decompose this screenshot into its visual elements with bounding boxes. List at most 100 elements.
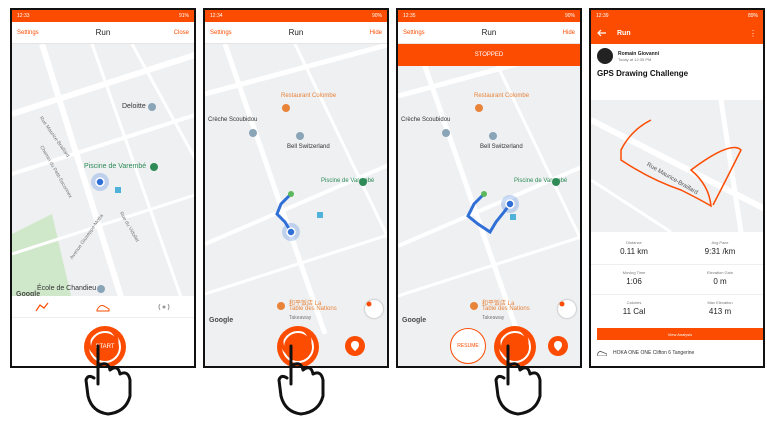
status-time: 12:39	[596, 13, 609, 19]
activity-app-bar: Run ⋮	[591, 22, 763, 44]
stat-elevation-gain: Elevation Gain 0 m	[677, 270, 763, 286]
status-time: 12:34	[210, 13, 223, 19]
stat-moving-time: Moving Time 1:06	[591, 270, 677, 286]
sport-tabs	[12, 296, 194, 318]
page-title: Run	[481, 28, 497, 37]
status-time: 12:35	[403, 13, 416, 19]
location-button[interactable]	[345, 336, 365, 356]
resume-button[interactable]: RESUME	[450, 328, 486, 364]
route-icon[interactable]	[35, 302, 49, 312]
google-logo: Google	[209, 317, 234, 324]
shoe-icon[interactable]	[96, 302, 110, 312]
map-label-deloitte: Deloitte	[122, 103, 146, 110]
map-label-ecole: École de Chandieu	[37, 285, 97, 292]
map-streets	[205, 44, 387, 334]
sensor-icon[interactable]	[157, 302, 171, 312]
stat-value: 0 m	[713, 277, 727, 286]
tap-hand-icon	[494, 326, 542, 416]
map-label-bell: Bell Switzerland	[480, 144, 523, 150]
status-time: 12:33	[17, 13, 30, 19]
activity-date: Today at 12:35 PM	[618, 56, 652, 62]
map-label-restaurant: Restaurant Colombe	[474, 93, 530, 99]
activity-route-map	[591, 100, 763, 232]
map-label-restaurant: Restaurant Colombe	[281, 93, 337, 99]
close-link[interactable]: Close	[149, 30, 189, 36]
map-label-piscine: Piscine de Varembé	[321, 178, 375, 184]
status-battery: 90%	[564, 13, 575, 19]
location-pin-icon	[554, 341, 562, 351]
location-button[interactable]	[548, 336, 568, 356]
status-bar: 12:39 89%	[591, 10, 763, 22]
stat-value: 413 m	[708, 307, 732, 316]
recenter-button[interactable]	[558, 300, 576, 318]
page-title: Run	[288, 28, 304, 37]
map-label-nations: Table des Nations	[289, 306, 337, 312]
gear-name: HOKA ONE ONE Clifton 6 Tangerine	[613, 350, 695, 356]
hide-link[interactable]: Hide	[342, 30, 382, 36]
map-label-piscine: Piscine de Varembé	[514, 178, 568, 184]
settings-link[interactable]: Settings	[210, 30, 250, 36]
divider	[591, 294, 763, 295]
stat-value: 1:06	[626, 277, 642, 286]
location-pin-icon	[351, 341, 359, 351]
tutorial-stage: 12:33 91% Settings Run Close Deloitte Pi…	[0, 0, 767, 421]
app-bar: Settings Run Close	[12, 22, 194, 44]
stat-avg-pace: Avg Pace 9:31 /km	[677, 240, 763, 256]
map-streets	[12, 44, 194, 300]
page-title: Run	[617, 29, 631, 37]
stat-label: Moving Time	[622, 270, 646, 275]
recenter-button[interactable]	[365, 300, 383, 318]
map-view[interactable]: Restaurant Colombe Crèche Scoubidou Bell…	[398, 66, 580, 334]
map-label-nations: Table des Nations	[482, 306, 530, 312]
map-label-bell: Bell Switzerland	[287, 144, 330, 150]
settings-link[interactable]: Settings	[17, 30, 57, 36]
athlete-name[interactable]: Romain Giovanni	[618, 51, 659, 57]
tap-hand-icon	[84, 326, 132, 416]
stats-grid: Distance 0.11 km Avg Pace 9:31 /km Movin…	[591, 236, 763, 326]
map-label-creche: Crèche Scoubidou	[401, 117, 451, 123]
stat-label: Distance	[626, 240, 642, 245]
status-battery: 91%	[178, 13, 189, 19]
phone-screen-recording: 12:34 90% Settings Run Hide Restaurant C…	[203, 8, 389, 368]
stat-calories: Calories 11 Cal	[591, 300, 677, 316]
stat-value: 11 Cal	[622, 307, 646, 316]
settings-link[interactable]: Settings	[403, 30, 443, 36]
page-title: Run	[95, 28, 111, 37]
status-bar: 12:35 90%	[398, 10, 580, 22]
map-view[interactable]: Deloitte Piscine de Varembé École de Cha…	[12, 44, 194, 300]
stopped-banner: STOPPED	[398, 44, 580, 66]
activity-header: Romain Giovanni Today at 12:35 PM GPS Dr…	[591, 44, 763, 82]
gear-row[interactable]: HOKA ONE ONE Clifton 6 Tangerine	[597, 350, 694, 356]
crosshair-icon	[559, 301, 565, 307]
status-bar: 12:34 90%	[205, 10, 387, 22]
divider	[591, 264, 763, 265]
map-view[interactable]: Restaurant Colombe Crèche Scoubidou Bell…	[205, 44, 387, 334]
stat-value: 9:31 /km	[704, 247, 736, 256]
hide-link[interactable]: Hide	[535, 30, 575, 36]
athlete-row: Romain Giovanni Today at 12:35 PM	[597, 48, 757, 64]
view-analysis-button[interactable]: View Analysis	[597, 328, 763, 340]
map-label-takeaway: Takeaway	[289, 315, 312, 321]
back-arrow-icon[interactable]	[597, 29, 607, 37]
activity-map[interactable]: Rue Maurice-Braillard	[591, 100, 763, 232]
more-menu-icon[interactable]: ⋮	[749, 29, 757, 38]
google-logo: Google	[402, 317, 427, 324]
shoe-icon	[597, 351, 607, 356]
stat-label: Elevation Gain	[706, 270, 733, 275]
app-bar: Settings Run Hide	[398, 22, 580, 44]
stat-max-elevation: Max Elevation 413 m	[677, 300, 763, 316]
phone-screen-stopped: 12:35 90% Settings Run Hide STOPPED Rest…	[396, 8, 582, 368]
stat-label: Avg Pace	[711, 240, 729, 245]
tap-hand-icon	[277, 326, 325, 416]
status-battery: 89%	[747, 13, 758, 19]
stat-distance: Distance 0.11 km	[591, 240, 677, 256]
phone-screen-record: 12:33 91% Settings Run Close Deloitte Pi…	[10, 8, 196, 368]
phone-screen-activity: 12:39 89% Run ⋮ Romain Giovanni Today at…	[589, 8, 765, 368]
activity-title: GPS Drawing Challenge	[597, 69, 689, 78]
status-battery: 90%	[371, 13, 382, 19]
crosshair-icon	[366, 301, 372, 307]
map-label-piscine: Piscine de Varembé	[84, 163, 147, 170]
stat-label: Calories	[626, 300, 642, 305]
stat-value: 0.11 km	[620, 247, 648, 256]
avatar[interactable]	[597, 48, 613, 64]
